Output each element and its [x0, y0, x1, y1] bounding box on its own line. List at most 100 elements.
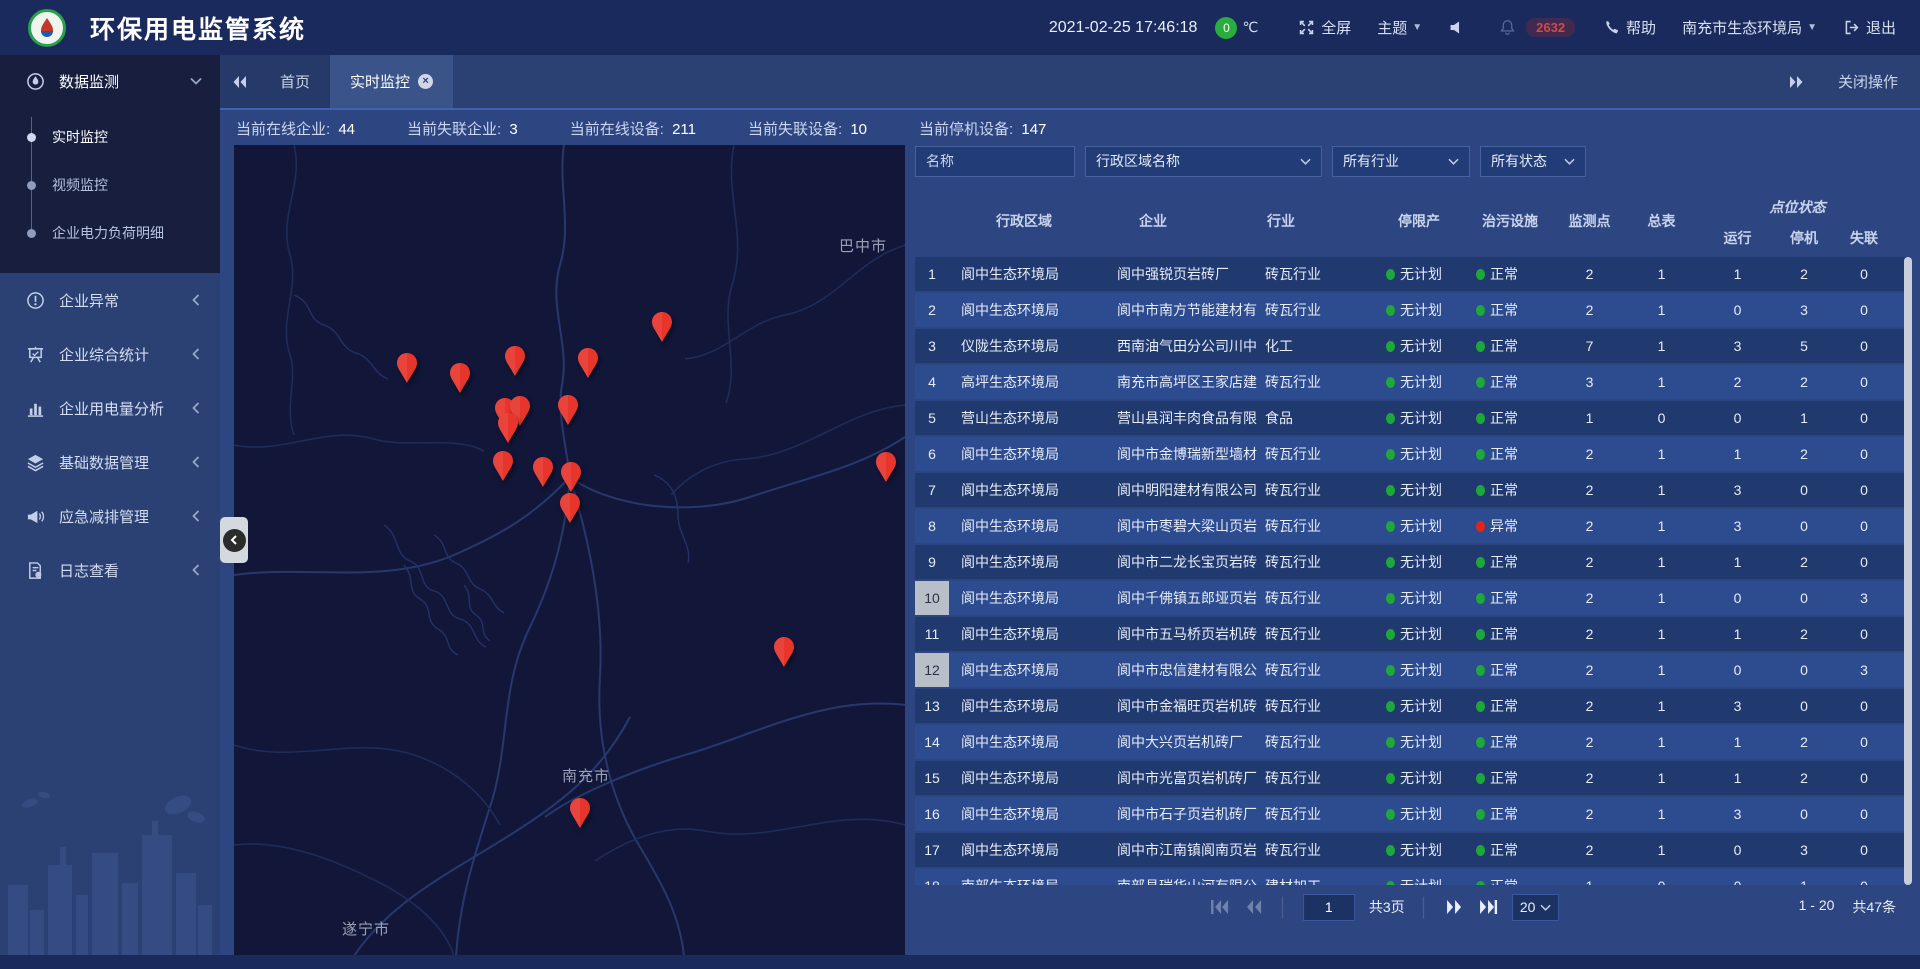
status-dot-green-icon [1476, 485, 1485, 496]
prev-page-button[interactable] [1244, 899, 1264, 915]
cell-lost: 0 [1833, 293, 1895, 327]
cell-stop: 0 [1775, 581, 1833, 615]
cell-facility: 正常 [1464, 797, 1556, 831]
alert-circle-icon [26, 291, 45, 310]
table-row[interactable]: 12阆中生态环境局阆中市忠信建材有限公砖瓦行业无计划正常21003 [915, 653, 1910, 687]
table-row[interactable]: 1阆中生态环境局阆中强锐页岩砖厂砖瓦行业无计划正常21120 [915, 257, 1910, 291]
map-pin[interactable] [496, 412, 520, 444]
status-select[interactable]: 所有状态 [1480, 146, 1586, 177]
map-pin[interactable] [576, 347, 600, 379]
sidebar-subitem[interactable]: 实时监控 [0, 113, 220, 161]
cell-points: 2 [1556, 437, 1623, 471]
map-pin[interactable] [559, 461, 583, 493]
map-pin[interactable] [491, 450, 515, 482]
sidebar-subitem[interactable]: 企业电力负荷明细 [0, 209, 220, 257]
table-row[interactable]: 2阆中生态环境局阆中市南方节能建材有砖瓦行业无计划正常21030 [915, 293, 1910, 327]
table-scrollbar[interactable] [1904, 257, 1912, 885]
table-row[interactable]: 7阆中生态环境局阆中明阳建材有限公司砖瓦行业无计划正常21300 [915, 473, 1910, 507]
theme-dropdown[interactable]: 主题 ▼ [1377, 17, 1422, 38]
chevron-left-icon [190, 510, 202, 522]
bullet-dot-icon [27, 229, 36, 238]
status-dot-green-icon [1386, 377, 1395, 388]
cell-stop: 2 [1775, 257, 1833, 291]
map-pin[interactable] [568, 797, 592, 829]
page-size-select[interactable]: 20 [1512, 894, 1560, 921]
page-number-input[interactable] [1303, 894, 1355, 921]
map-pin[interactable] [650, 311, 674, 343]
bullet-dot-icon [27, 181, 36, 190]
table-row[interactable]: 9阆中生态环境局阆中市二龙长宝页岩砖砖瓦行业无计划正常21120 [915, 545, 1910, 579]
org-dropdown[interactable]: 南充市生态环境局 ▼ [1682, 17, 1817, 38]
map-pin[interactable] [558, 492, 582, 524]
close-tab-icon[interactable]: × [418, 74, 433, 89]
temperature-badge: 0 [1215, 17, 1237, 39]
table-row[interactable]: 10阆中生态环境局阆中千佛镇五郎垭页岩砖瓦行业无计划正常21003 [915, 581, 1910, 615]
table-row[interactable]: 4高坪生态环境局南充市高坪区王家店建砖瓦行业无计划正常31220 [915, 365, 1910, 399]
cell-facility: 正常 [1464, 617, 1556, 651]
table-row[interactable]: 8阆中生态环境局阆中市枣碧大梁山页岩砖瓦行业无计划异常21300 [915, 509, 1910, 543]
table-row[interactable]: 15阆中生态环境局阆中市光富页岩机砖厂砖瓦行业无计划正常21120 [915, 761, 1910, 795]
cell-stop: 0 [1775, 689, 1833, 723]
sidebar-item-6[interactable]: 日志查看 [0, 543, 220, 597]
cell-industry: 砖瓦行业 [1259, 653, 1374, 687]
status-dot-green-icon [1476, 557, 1485, 568]
cell-meter: 1 [1623, 329, 1700, 363]
region-select[interactable]: 行政区域名称 [1085, 146, 1322, 177]
cell-no: 1 [915, 257, 949, 291]
sidebar-subitem[interactable]: 视频监控 [0, 161, 220, 209]
table-row[interactable]: 14阆中生态环境局阆中大兴页岩机砖厂砖瓦行业无计划正常21120 [915, 725, 1910, 759]
cell-region: 阆中生态环境局 [949, 437, 1099, 471]
table-row[interactable]: 6阆中生态环境局阆中市金博瑞新型墙材砖瓦行业无计划正常21120 [915, 437, 1910, 471]
tab-1[interactable]: 实时监控× [330, 55, 453, 108]
next-page-button[interactable] [1444, 899, 1464, 915]
map-pin[interactable] [503, 345, 527, 377]
table-row[interactable]: 11阆中生态环境局阆中市五马桥页岩机砖砖瓦行业无计划正常21120 [915, 617, 1910, 651]
cell-industry: 砖瓦行业 [1259, 257, 1374, 291]
sidebar-item-4[interactable]: 基础数据管理 [0, 435, 220, 489]
cell-company: 阆中市江南镇阆南页岩 [1099, 833, 1259, 867]
map-pin[interactable] [874, 451, 898, 483]
map-pin[interactable] [556, 394, 580, 426]
scroll-tabs-left-button[interactable] [220, 55, 260, 108]
last-page-button[interactable] [1478, 899, 1498, 915]
notifications-button[interactable]: 2632 [1499, 18, 1575, 37]
help-button[interactable]: 帮助 [1603, 17, 1656, 38]
map-pin[interactable] [448, 362, 472, 394]
cell-company: 阆中大兴页岩机砖厂 [1099, 725, 1259, 759]
double-chevron-right-icon[interactable] [1788, 75, 1804, 89]
cell-meter: 1 [1623, 761, 1700, 795]
industry-select[interactable]: 所有行业 [1332, 146, 1470, 177]
status-dot-green-icon [1386, 773, 1395, 784]
map-pin[interactable] [772, 636, 796, 668]
first-page-button[interactable] [1210, 899, 1230, 915]
map-panel[interactable]: 巴中市南充市遂宁市 [234, 145, 905, 956]
cell-facility: 正常 [1464, 545, 1556, 579]
collapse-map-panel-button[interactable] [220, 517, 248, 563]
table-row[interactable]: 18南部生态环境局南部县瑞华山河有限公建材加工无计划正常10010 [915, 869, 1910, 885]
cell-run: 3 [1700, 329, 1775, 363]
table-row[interactable]: 3仪陇生态环境局西南油气田分公司川中化工无计划正常71350 [915, 329, 1910, 363]
tab-0[interactable]: 首页 [260, 55, 330, 108]
sidebar-item-3[interactable]: 企业用电量分析 [0, 381, 220, 435]
sidebar-item-0[interactable]: 数据监测 [0, 55, 220, 107]
table-row[interactable]: 16阆中生态环境局阆中市石子页岩机砖厂砖瓦行业无计划正常21300 [915, 797, 1910, 831]
sidebar-item-5[interactable]: 应急减排管理 [0, 489, 220, 543]
table-row[interactable]: 17阆中生态环境局阆中市江南镇阆南页岩砖瓦行业无计划正常21030 [915, 833, 1910, 867]
sidebar-item-1[interactable]: 企业异常 [0, 273, 220, 327]
status-dot-green-icon [1386, 305, 1395, 316]
logout-button[interactable]: 退出 [1843, 17, 1896, 38]
status-dot-green-icon [1386, 557, 1395, 568]
table-row[interactable]: 13阆中生态环境局阆中市金福旺页岩机砖砖瓦行业无计划正常21300 [915, 689, 1910, 723]
footer-strip [0, 955, 1920, 969]
table-row[interactable]: 5营山生态环境局营山县润丰肉食品有限食品无计划正常10010 [915, 401, 1910, 435]
map-pin[interactable] [395, 352, 419, 384]
name-search-input[interactable] [915, 146, 1075, 177]
cell-no: 15 [915, 761, 949, 795]
speaker-button[interactable] [1448, 19, 1465, 36]
sidebar-item-2[interactable]: 企业综合统计 [0, 327, 220, 381]
col-meter: 总表 [1623, 185, 1700, 257]
close-operations-button[interactable]: 关闭操作 [1838, 71, 1898, 92]
cell-run: 0 [1700, 581, 1775, 615]
map-pin[interactable] [531, 456, 555, 488]
fullscreen-button[interactable]: 全屏 [1298, 17, 1351, 38]
